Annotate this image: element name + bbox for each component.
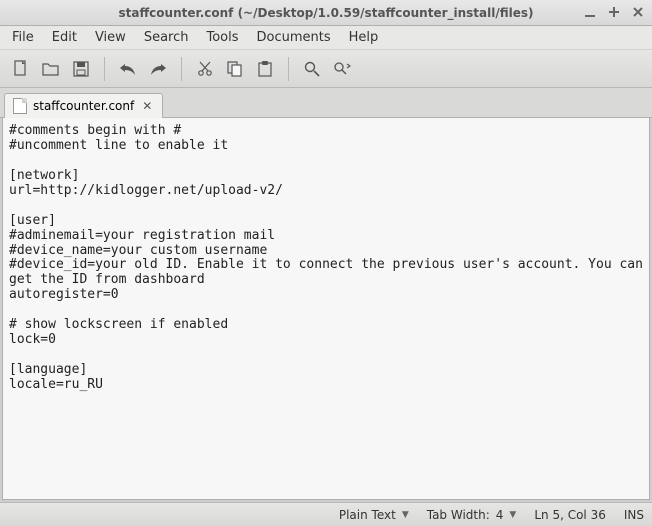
menu-help[interactable]: Help xyxy=(341,27,387,48)
toolbar xyxy=(0,50,652,88)
menu-documents[interactable]: Documents xyxy=(249,27,339,48)
file-icon xyxy=(13,98,27,114)
tabwidth-selector[interactable]: Tab Width: 4 ▼ xyxy=(427,508,517,522)
window-controls xyxy=(582,4,646,20)
tab-bar: staffcounter.conf ✕ xyxy=(0,88,652,118)
menu-search[interactable]: Search xyxy=(136,27,197,48)
window-title: staffcounter.conf (~/Desktop/1.0.59/staf… xyxy=(118,6,533,20)
status-bar: Plain Text ▼ Tab Width: 4 ▼ Ln 5, Col 36… xyxy=(0,502,652,526)
find-replace-button[interactable] xyxy=(329,56,355,82)
cursor-text: Ln 5, Col 36 xyxy=(534,508,606,522)
minimize-icon[interactable] xyxy=(582,4,598,20)
syntax-label: Plain Text xyxy=(339,508,396,522)
undo-button[interactable] xyxy=(115,56,141,82)
editor-area[interactable]: #comments begin with # #uncomment line t… xyxy=(2,118,650,500)
tab-label: staffcounter.conf xyxy=(33,99,134,113)
cut-button[interactable] xyxy=(192,56,218,82)
toolbar-separator xyxy=(104,57,105,81)
toolbar-separator xyxy=(181,57,182,81)
menu-tools[interactable]: Tools xyxy=(198,27,246,48)
maximize-icon[interactable] xyxy=(606,4,622,20)
title-bar: staffcounter.conf (~/Desktop/1.0.59/staf… xyxy=(0,0,652,26)
tab-document[interactable]: staffcounter.conf ✕ xyxy=(4,93,163,118)
close-icon[interactable] xyxy=(630,4,646,20)
save-file-button[interactable] xyxy=(68,56,94,82)
insert-mode: INS xyxy=(624,508,644,522)
cursor-position: Ln 5, Col 36 xyxy=(534,508,606,522)
toolbar-separator xyxy=(288,57,289,81)
menu-edit[interactable]: Edit xyxy=(44,27,85,48)
open-file-button[interactable] xyxy=(38,56,64,82)
menu-bar: File Edit View Search Tools Documents He… xyxy=(0,26,652,50)
paste-button[interactable] xyxy=(252,56,278,82)
tab-close-icon[interactable]: ✕ xyxy=(140,99,154,113)
insert-mode-text: INS xyxy=(624,508,644,522)
redo-button[interactable] xyxy=(145,56,171,82)
menu-file[interactable]: File xyxy=(4,27,42,48)
chevron-down-icon: ▼ xyxy=(402,510,409,520)
find-button[interactable] xyxy=(299,56,325,82)
tabwidth-label: Tab Width: xyxy=(427,508,490,522)
menu-view[interactable]: View xyxy=(87,27,134,48)
new-file-button[interactable] xyxy=(8,56,34,82)
chevron-down-icon: ▼ xyxy=(509,510,516,520)
syntax-selector[interactable]: Plain Text ▼ xyxy=(339,508,409,522)
copy-button[interactable] xyxy=(222,56,248,82)
tabwidth-value: 4 xyxy=(496,508,504,522)
